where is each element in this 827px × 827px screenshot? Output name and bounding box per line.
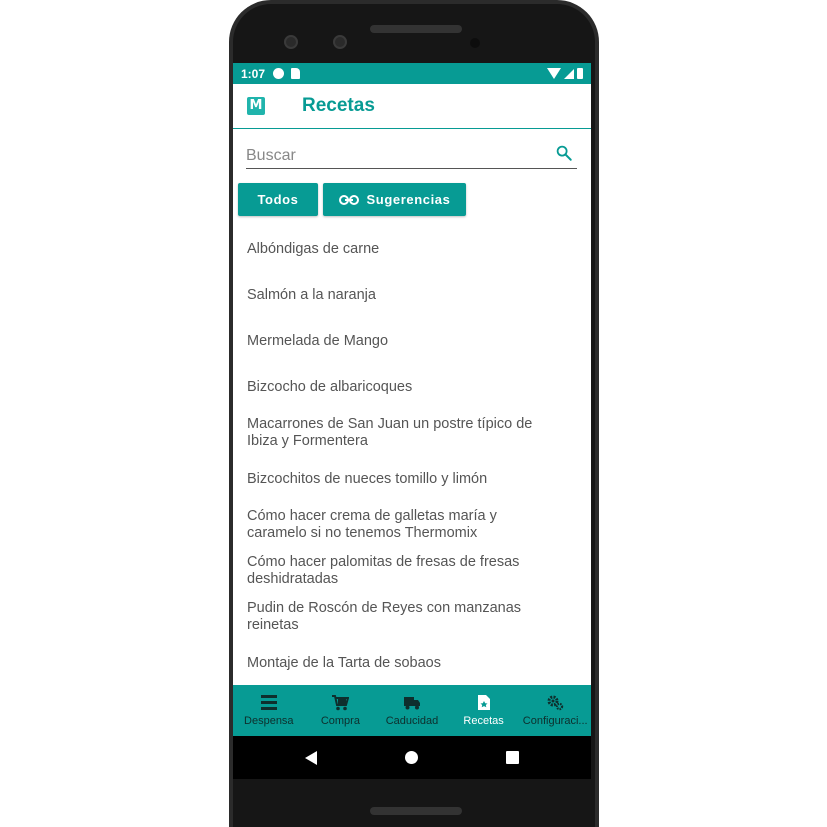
nav-label-compra: Compra xyxy=(320,715,360,727)
app-bar: M Recetas xyxy=(233,84,591,129)
list-item[interactable]: Cómo hacer palomitas de fresas de fresas… xyxy=(233,548,591,594)
list-item[interactable]: Cómo hacer crema de galletas maría y car… xyxy=(233,502,591,548)
list-item[interactable]: Salmón a la naranja xyxy=(233,272,591,318)
home-icon[interactable] xyxy=(405,751,418,764)
nav-item-despensa[interactable]: Despensa xyxy=(233,685,305,736)
nav-item-configuracion[interactable]: Configuraci... xyxy=(519,685,591,736)
filter-buttons: Todos Sugerencias xyxy=(233,183,591,216)
sd-card-icon xyxy=(291,68,301,79)
list-item[interactable]: Macarrones de San Juan un postre típico … xyxy=(233,410,591,456)
truck-icon xyxy=(403,697,420,710)
nav-label-despensa: Despensa xyxy=(244,715,294,727)
cart-icon xyxy=(332,695,350,711)
nav-label-caducidad: Caducidad xyxy=(385,715,439,727)
search-bar xyxy=(246,139,577,169)
recipe-list: Albóndigas de carne Salmón a la naranja … xyxy=(233,226,591,686)
recipe-card-icon xyxy=(477,695,490,710)
list-item[interactable]: Bizcocho de albaricoques xyxy=(233,364,591,410)
app-logo: M xyxy=(247,97,265,115)
settings-gears-icon xyxy=(547,695,564,711)
signal-icon xyxy=(564,68,574,79)
back-icon[interactable] xyxy=(305,750,317,765)
list-icon xyxy=(260,695,277,710)
sugerencias-button[interactable]: Sugerencias xyxy=(323,183,466,216)
list-item[interactable]: Albóndigas de carne xyxy=(233,226,591,272)
status-bar: 1:07 xyxy=(233,63,591,84)
wifi-icon xyxy=(547,68,561,79)
system-navigation-bar xyxy=(233,736,591,779)
bottom-speaker xyxy=(370,807,462,815)
search-icon[interactable] xyxy=(555,144,573,162)
page-title: Recetas xyxy=(302,95,375,116)
phone-screen: 1:07 M Recetas Todos xyxy=(233,63,591,779)
list-item[interactable]: Bizcochitos de nueces tomillo y limón xyxy=(233,456,591,502)
proximity-sensor xyxy=(470,38,480,48)
list-item[interactable]: Mermelada de Mango xyxy=(233,318,591,364)
todos-button[interactable]: Todos xyxy=(238,183,318,216)
nav-item-compra[interactable]: Compra xyxy=(305,685,377,736)
bottom-navigation: Despensa Compra Caducidad Recetas Config… xyxy=(233,685,591,736)
status-right-group xyxy=(547,68,583,79)
status-time: 1:07 xyxy=(241,66,266,81)
nav-label-recetas: Recetas xyxy=(463,715,504,727)
sugerencias-label: Sugerencias xyxy=(366,192,451,207)
nav-label-configuracion: Configuraci... xyxy=(522,715,588,727)
front-camera-2-icon xyxy=(333,35,347,49)
recent-apps-icon[interactable] xyxy=(506,751,519,764)
stage: 1:07 M Recetas Todos xyxy=(0,0,827,827)
earpiece-speaker xyxy=(370,25,462,33)
list-item[interactable]: Montaje de la Tarta de sobaos xyxy=(233,640,591,686)
battery-icon xyxy=(577,68,583,79)
search-input[interactable] xyxy=(246,139,536,167)
front-camera-icon xyxy=(284,35,298,49)
list-item[interactable]: Pudin de Roscón de Reyes con manzanas re… xyxy=(233,594,591,640)
notification-p-icon xyxy=(273,68,285,79)
nav-item-caducidad[interactable]: Caducidad xyxy=(376,685,448,736)
link-icon xyxy=(338,194,359,205)
nav-item-recetas[interactable]: Recetas xyxy=(448,685,520,736)
